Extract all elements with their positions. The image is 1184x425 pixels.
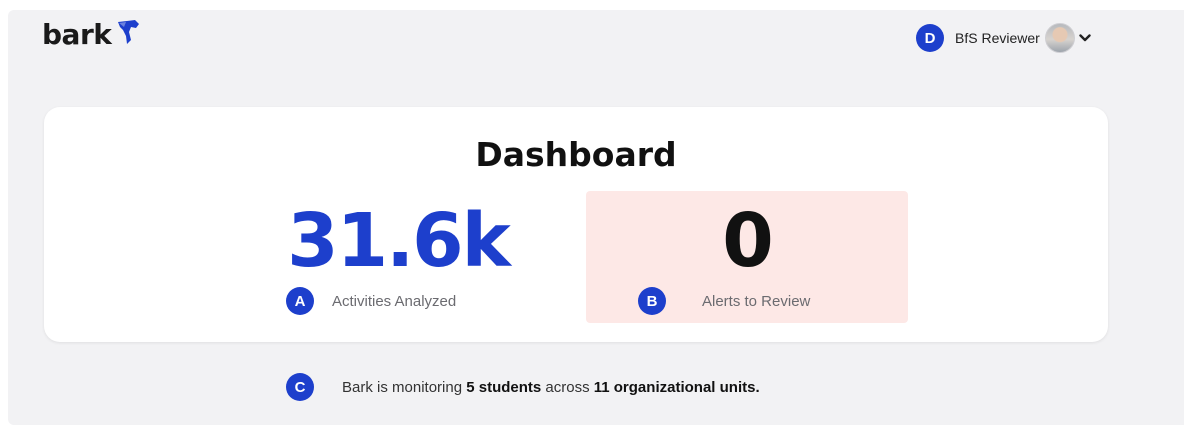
units-count: 11 organizational units. bbox=[593, 378, 760, 396]
user-menu[interactable]: D BfS Reviewer bbox=[916, 22, 1091, 54]
monitoring-text: Bark is monitoring 5 students across 11 … bbox=[342, 379, 760, 396]
alerts-label-row: B Alerts to Review bbox=[638, 287, 810, 315]
alerts-stat[interactable]: 0 B Alerts to Review bbox=[586, 191, 908, 323]
marker-c: C bbox=[286, 373, 314, 401]
app-page: bark D BfS Reviewer Dashboard 31.6k A Ac… bbox=[8, 10, 1184, 425]
chevron-down-icon[interactable] bbox=[1079, 33, 1091, 43]
summary-prefix: Bark is monitoring bbox=[342, 378, 467, 396]
monitoring-summary: C Bark is monitoring 5 students across 1… bbox=[286, 373, 760, 401]
alerts-value: 0 bbox=[722, 198, 774, 284]
activities-value: 31.6k bbox=[287, 198, 511, 284]
user-avatar[interactable] bbox=[1044, 23, 1075, 53]
activities-label-row: A Activities Analyzed bbox=[286, 287, 456, 315]
activities-label: Activities Analyzed bbox=[332, 292, 457, 310]
page-title: Dashboard bbox=[475, 135, 677, 174]
alerts-label: Alerts to Review bbox=[702, 292, 811, 310]
students-count: 5 students bbox=[466, 378, 542, 396]
marker-b: B bbox=[638, 287, 666, 315]
logo-text: bark bbox=[42, 18, 112, 51]
dashboard-card: Dashboard 31.6k A Activities Analyzed 0 … bbox=[44, 107, 1108, 342]
activities-stat: 31.6k A Activities Analyzed bbox=[276, 201, 520, 319]
bark-logo[interactable]: bark bbox=[42, 18, 141, 51]
user-name[interactable]: BfS Reviewer bbox=[955, 30, 1040, 46]
marker-a: A bbox=[286, 287, 314, 315]
marker-d: D bbox=[916, 24, 944, 52]
summary-middle: across bbox=[541, 378, 594, 396]
bark-dog-icon bbox=[115, 18, 141, 51]
